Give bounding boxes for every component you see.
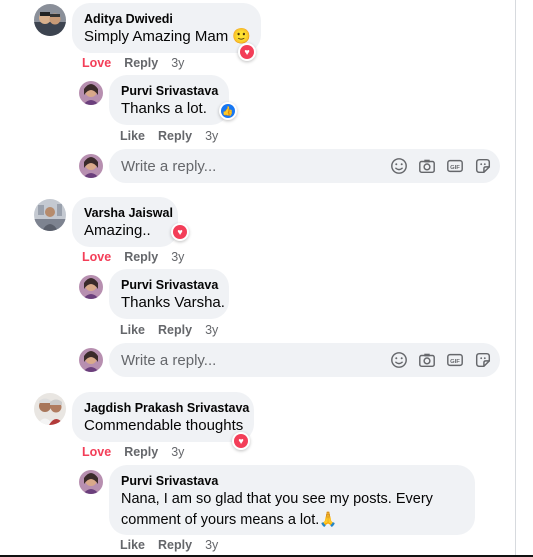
reply-button[interactable]: Reply bbox=[158, 323, 192, 337]
reply-actions: Like Reply 3y bbox=[120, 323, 218, 337]
reply-author[interactable]: Purvi Srivastava bbox=[121, 473, 463, 489]
comment-bubble: Jagdish Prakash Srivastava Commendable t… bbox=[72, 392, 254, 442]
love-button[interactable]: Love bbox=[82, 56, 111, 70]
reply-actions: Like Reply 3y bbox=[120, 129, 218, 143]
comment-actions: Love Reply 3y bbox=[82, 445, 184, 459]
timestamp[interactable]: 3y bbox=[171, 445, 184, 459]
comment-actions: Love Reply 3y bbox=[82, 250, 184, 264]
heart-icon: ♥ bbox=[240, 45, 254, 59]
reply-actions: Like Reply 3y bbox=[120, 538, 218, 552]
avatar[interactable] bbox=[79, 81, 103, 105]
reply-input[interactable] bbox=[121, 343, 371, 377]
camera-icon[interactable] bbox=[417, 350, 437, 370]
reply-text: Thanks a lot. bbox=[121, 100, 207, 117]
camera-icon[interactable] bbox=[417, 156, 437, 176]
timestamp[interactable]: 3y bbox=[171, 250, 184, 264]
reply-button[interactable]: Reply bbox=[124, 56, 158, 70]
avatar[interactable] bbox=[34, 199, 66, 231]
svg-text:GIF: GIF bbox=[450, 359, 460, 365]
reply-bubble: Purvi Srivastava Thanks Varsha. bbox=[109, 269, 229, 319]
reply-input[interactable] bbox=[121, 149, 371, 183]
comment-author[interactable]: Aditya Dwivedi bbox=[84, 11, 249, 27]
reply-author[interactable]: Purvi Srivastava bbox=[121, 83, 218, 99]
reply-button[interactable]: Reply bbox=[158, 538, 192, 552]
reply-text: Nana, I am so glad that you see my posts… bbox=[121, 491, 433, 528]
timestamp[interactable]: 3y bbox=[205, 323, 218, 337]
reply-button[interactable]: Reply bbox=[124, 445, 158, 459]
timestamp[interactable]: 3y bbox=[205, 129, 218, 143]
reply-button[interactable]: Reply bbox=[124, 250, 158, 264]
sticker-icon[interactable] bbox=[473, 350, 493, 370]
gif-icon[interactable]: GIF bbox=[445, 350, 465, 370]
emoji-icon[interactable] bbox=[389, 156, 409, 176]
reply-bubble: Purvi Srivastava Thanks a lot. bbox=[109, 75, 229, 125]
avatar[interactable] bbox=[79, 470, 103, 494]
comment-text: Amazing.. bbox=[84, 222, 151, 239]
like-button[interactable]: Like bbox=[120, 323, 145, 337]
emoji-icon[interactable] bbox=[389, 350, 409, 370]
sticker-icon[interactable] bbox=[473, 156, 493, 176]
comment-author[interactable]: Varsha Jaiswal bbox=[84, 205, 173, 221]
reply-composer: GIF bbox=[109, 149, 500, 183]
reply-composer: GIF bbox=[109, 343, 500, 377]
comment-bubble: Aditya Dwivedi Simply Amazing Mam 🙂 bbox=[72, 3, 261, 53]
love-button[interactable]: Love bbox=[82, 445, 111, 459]
avatar bbox=[79, 348, 103, 372]
heart-icon: ♥ bbox=[234, 434, 248, 448]
heart-icon: ♥ bbox=[173, 225, 187, 239]
avatar[interactable] bbox=[34, 393, 66, 425]
comment-bubble: Varsha Jaiswal Amazing.. bbox=[72, 197, 178, 247]
love-button[interactable]: Love bbox=[82, 250, 111, 264]
svg-text:GIF: GIF bbox=[450, 165, 460, 171]
timestamp[interactable]: 3y bbox=[171, 56, 184, 70]
timestamp[interactable]: 3y bbox=[205, 538, 218, 552]
comment-text: Simply Amazing Mam 🙂 bbox=[84, 28, 252, 45]
avatar[interactable] bbox=[79, 275, 103, 299]
reaction-badge[interactable]: 👍 bbox=[219, 102, 237, 120]
scrollbar-track[interactable] bbox=[515, 0, 533, 557]
reply-bubble: Purvi Srivastava Nana, I am so glad that… bbox=[109, 465, 475, 535]
comment-text: Commendable thoughts bbox=[84, 417, 244, 434]
comment-actions: Love Reply 3y bbox=[82, 56, 184, 70]
avatar bbox=[79, 154, 103, 178]
reaction-badge[interactable]: ♥ bbox=[232, 432, 250, 450]
like-button[interactable]: Like bbox=[120, 129, 145, 143]
reaction-badge[interactable]: ♥ bbox=[238, 43, 256, 61]
reply-text: Thanks Varsha. bbox=[121, 294, 225, 311]
comment-author[interactable]: Jagdish Prakash Srivastava bbox=[84, 400, 249, 416]
like-button[interactable]: Like bbox=[120, 538, 145, 552]
avatar[interactable] bbox=[34, 4, 66, 36]
reaction-badge[interactable]: ♥ bbox=[171, 223, 189, 241]
reply-button[interactable]: Reply bbox=[158, 129, 192, 143]
reply-author[interactable]: Purvi Srivastava bbox=[121, 277, 218, 293]
thumbs-up-icon: 👍 bbox=[221, 104, 235, 118]
gif-icon[interactable]: GIF bbox=[445, 156, 465, 176]
